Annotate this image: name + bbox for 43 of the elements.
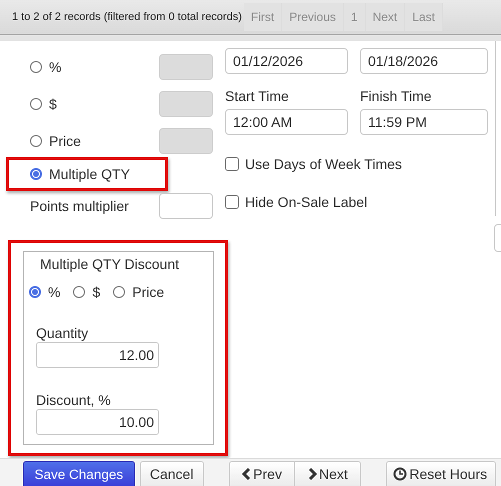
save-button[interactable]: Save Changes	[23, 461, 135, 486]
chevron-left-icon	[242, 468, 252, 480]
radio-label[interactable]: Price	[49, 132, 159, 148]
date-field[interactable]: 01/18/2026	[360, 48, 488, 74]
cancel-button[interactable]: Cancel	[140, 461, 204, 486]
reset-button[interactable]: Reset Hours	[386, 461, 496, 486]
radio-label[interactable]: %	[48, 284, 60, 300]
radio-button[interactable]	[29, 286, 41, 298]
clock-icon	[393, 467, 408, 481]
field-label: Finish Time	[360, 87, 433, 104]
radio-button[interactable]	[30, 98, 42, 110]
radio-label[interactable]: Price	[132, 284, 164, 300]
number-field[interactable]: 10.00	[36, 409, 159, 435]
field-label: Quantity	[36, 325, 88, 341]
prev-button[interactable]: Prev	[228, 461, 296, 486]
amount-field[interactable]	[159, 90, 213, 116]
field-label: Discount, %	[36, 392, 111, 408]
chevron-right-icon	[308, 468, 317, 480]
radio-label[interactable]: $	[92, 284, 100, 300]
amount-field[interactable]	[159, 54, 213, 80]
amount-field[interactable]	[159, 128, 213, 154]
radio-button[interactable]	[30, 60, 42, 72]
field-label: Start Time	[225, 87, 290, 104]
points-field[interactable]	[159, 192, 213, 218]
radio-label[interactable]: Multiple QTY	[49, 166, 159, 182]
time-field[interactable]: 11:59 PM	[360, 109, 488, 135]
checkbox-label[interactable]: Hide On-Sale Label	[245, 194, 368, 210]
radio-button[interactable]	[73, 286, 86, 298]
field-label: Points multiplier	[30, 198, 130, 214]
checkbox[interactable]	[225, 195, 239, 209]
checkbox[interactable]	[225, 157, 239, 171]
radio-button[interactable]	[30, 134, 42, 146]
number-field[interactable]: 12.00	[36, 342, 159, 368]
panel-title: Multiple QTY Discount	[40, 256, 180, 272]
time-field[interactable]: 12:00 AM	[225, 109, 348, 135]
radio-label[interactable]: %	[49, 58, 159, 74]
records-summary: 1 to 2 of 2 records (filtered from 0 total records)	[12, 11, 242, 23]
radio-label[interactable]: $	[49, 96, 159, 112]
radio-button[interactable]	[30, 168, 42, 180]
radio-button[interactable]	[113, 286, 126, 298]
next-button[interactable]: Next	[295, 461, 362, 486]
checkbox-label[interactable]: Use Days of Week Times	[245, 156, 402, 172]
date-field[interactable]: 01/12/2026	[225, 48, 348, 74]
